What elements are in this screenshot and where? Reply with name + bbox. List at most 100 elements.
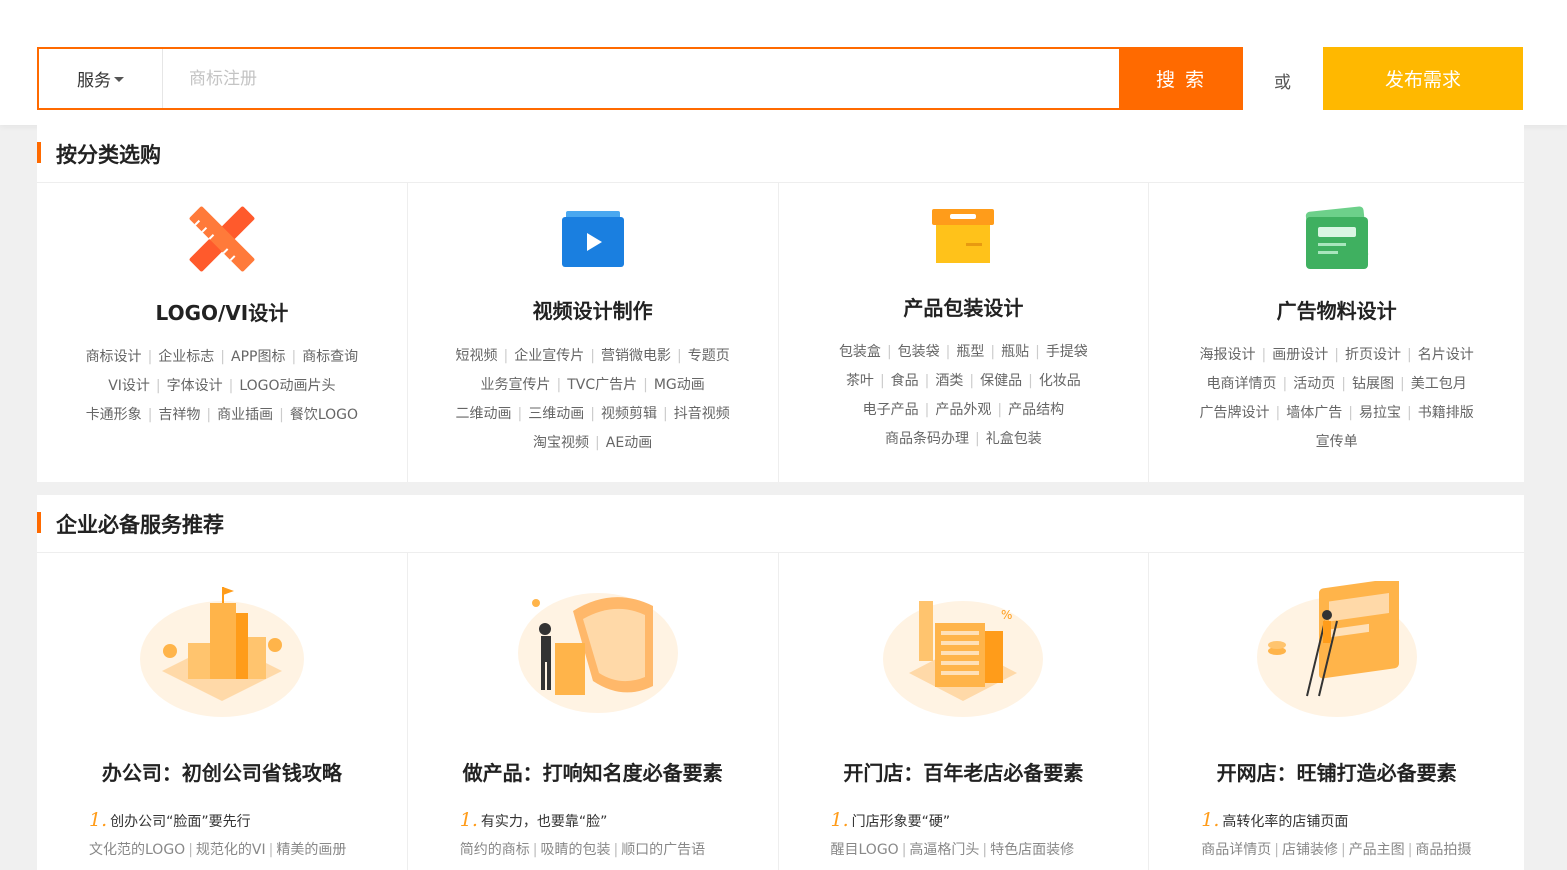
recommend-title: 办公司：初创公司省钱攻略 — [101, 761, 342, 785]
category-title: 广告物料设计 — [1276, 299, 1397, 323]
section-header: 按分类选购 — [37, 125, 1524, 183]
sub-link[interactable]: 产品主图 — [1349, 842, 1405, 858]
category-section: 按分类选购 LOGO/VI设计 商标设计 | 企业标志 | APP图标 | 商标查询 VI设… — [37, 125, 1524, 482]
sub-link[interactable]: 顺口的广告语 — [621, 842, 705, 858]
publish-request-button[interactable]: 发布需求 — [1323, 47, 1523, 110]
tag-link[interactable]: 吉祥物 — [158, 407, 200, 423]
tag-link[interactable]: LOGO动画片头 — [239, 378, 335, 394]
tag-link[interactable]: 三维动画 — [528, 406, 584, 422]
tag-link[interactable]: 书籍排版 — [1418, 405, 1474, 421]
tag-link[interactable]: 商品条码办理 — [885, 431, 969, 447]
tag-link[interactable]: 手提袋 — [1046, 344, 1088, 360]
sub-link[interactable]: 简约的商标 — [460, 842, 530, 858]
tag-link[interactable]: 企业宣传片 — [514, 348, 584, 364]
recommend-card-product[interactable]: 做产品：打响知名度必备要素 1. 有实力，也要靠“脸” 简约的商标 | 吸睛的包装 | 顺… — [408, 553, 779, 870]
tag-link[interactable]: 折页设计 — [1345, 347, 1401, 363]
sub-link[interactable]: 文化范的LOGO — [89, 842, 185, 858]
sub-link[interactable]: 高逼格门头 — [909, 842, 979, 858]
tag-link[interactable]: 餐饮LOGO — [290, 407, 358, 423]
section-title: 按分类选购 — [56, 142, 161, 167]
sub-link[interactable]: 醒目LOGO — [831, 842, 899, 858]
tag-link[interactable]: 保健品 — [980, 373, 1022, 389]
tag-link[interactable]: 包装袋 — [898, 344, 940, 360]
tag-link[interactable]: 商业插画 — [217, 407, 273, 423]
tag-link[interactable]: 短视频 — [456, 348, 498, 364]
tag-link[interactable]: 字体设计 — [167, 378, 223, 394]
recommend-point: 1. 创办公司“脸面”要先行 — [89, 809, 251, 831]
tag-link[interactable]: 卡通形象 — [86, 407, 142, 423]
category-card-advertising: 广告物料设计 海报设计 | 画册设计 | 折页设计 | 名片设计 电商详情页 | 活动页 | 钻展图… — [1149, 183, 1524, 482]
tag-link[interactable]: 产品外观 — [935, 402, 991, 418]
tag-link[interactable]: 活动页 — [1293, 376, 1335, 392]
recommend-card-store[interactable]: % 开门店：百年老店必备要素 1. 门店形象要“硬” 醒目LOGO | 高逼格门头 | 特… — [779, 553, 1150, 870]
product-showcase-illustration — [517, 593, 678, 713]
search-input[interactable] — [163, 49, 1119, 108]
recommend-sub-links: 简约的商标 | 吸睛的包装 | 顺口的广告语 — [459, 842, 706, 858]
sub-link[interactable]: 店铺装修 — [1282, 842, 1338, 858]
tag-link[interactable]: 礼盒包装 — [986, 431, 1042, 447]
tag-link[interactable]: 业务宣传片 — [480, 377, 550, 393]
recommend-card-office[interactable]: 办公司：初创公司省钱攻略 1. 创办公司“脸面”要先行 文化范的LOGO | 规范化的… — [37, 553, 408, 870]
category-card-logo: LOGO/VI设计 商标设计 | 企业标志 | APP图标 | 商标查询 VI设计 | 字体设计… — [37, 183, 408, 482]
tag-link[interactable]: 二维动画 — [456, 406, 512, 422]
tag-link[interactable]: 产品结构 — [1008, 402, 1064, 418]
tag-link[interactable]: 包装盒 — [839, 344, 881, 360]
tag-link[interactable]: TVC广告片 — [567, 377, 637, 393]
tag-link[interactable]: 海报设计 — [1200, 347, 1256, 363]
recommend-sub-links: 文化范的LOGO | 规范化的VI | 精美的画册 — [89, 842, 347, 858]
tag-link[interactable]: 电商详情页 — [1207, 376, 1277, 392]
tag-link[interactable]: 商标设计 — [86, 349, 142, 365]
tag-link[interactable]: APP图标 — [231, 349, 285, 365]
tag-link[interactable]: 视频剪辑 — [601, 406, 657, 422]
tag-link[interactable]: 广告牌设计 — [1200, 405, 1270, 421]
tag-link[interactable]: 名片设计 — [1418, 347, 1474, 363]
tag-link[interactable]: 酒类 — [935, 373, 963, 389]
recommend-card-online-shop[interactable]: 开网店：旺铺打造必备要素 1. 高转化率的店铺页面 商品详情页 | 店铺装修 | 产品主图… — [1149, 553, 1524, 870]
tag-link[interactable]: 茶叶 — [846, 373, 874, 389]
tag-link[interactable]: 钻展图 — [1352, 376, 1394, 392]
video-play-icon — [561, 211, 624, 267]
tag-link[interactable]: 抖音视频 — [674, 406, 730, 422]
office-building-illustration — [139, 587, 304, 717]
tag-link[interactable]: 营销微电影 — [601, 348, 671, 364]
category-card-packaging: 产品包装设计 包装盒 | 包装袋 | 瓶型 | 瓶贴 | 手提袋 茶叶 | 食品 | 酒类 | 保健品 | 化妆… — [779, 183, 1150, 482]
recommend-sub-links: 醒目LOGO | 高逼格门头 | 特色店面装修 — [830, 842, 1075, 858]
tag-link[interactable]: 企业标志 — [158, 349, 214, 365]
recommend-section: 企业必备服务推荐 办公司：初创公司省钱攻略 1. 创办公司“脸面”要先行 文化范的… — [37, 495, 1524, 870]
recommend-title: 开网店：旺铺打造必备要素 — [1216, 761, 1457, 785]
tag-link[interactable]: 美工包月 — [1411, 376, 1467, 392]
section-header: 企业必备服务推荐 — [37, 495, 1524, 553]
ad-card-icon — [1305, 206, 1368, 269]
sub-link[interactable]: 商品详情页 — [1201, 842, 1271, 858]
recommend-title: 做产品：打响知名度必备要素 — [462, 761, 723, 785]
tag-link[interactable]: 瓶型 — [956, 344, 984, 360]
sub-link[interactable]: 商品拍摄 — [1415, 842, 1471, 858]
tag-link[interactable]: 化妆品 — [1039, 373, 1081, 389]
sub-link[interactable]: 规范化的VI — [196, 842, 266, 858]
tag-list: 商标设计 | 企业标志 | APP图标 | 商标查询 VI设计 | 字体设计 | LOGO动画片头 … — [85, 349, 359, 423]
recommend-point: 1. 门店形象要“硬” — [830, 809, 951, 831]
tag-link[interactable]: 电子产品 — [863, 402, 919, 418]
tag-link[interactable]: VI设计 — [108, 378, 150, 394]
sub-link[interactable]: 特色店面装修 — [990, 842, 1074, 858]
tag-link[interactable]: 瓶贴 — [1001, 344, 1029, 360]
section-accent-bar — [37, 142, 41, 163]
or-label: 或 — [1274, 73, 1291, 93]
service-dropdown[interactable]: 服务 — [39, 49, 163, 108]
tag-link[interactable]: 食品 — [891, 373, 919, 389]
tag-link[interactable]: 墙体广告 — [1286, 405, 1342, 421]
tag-link[interactable]: AE动画 — [606, 435, 652, 451]
tag-link[interactable]: 宣传单 — [1316, 434, 1358, 450]
top-bar: 服务 搜 索 或 发布需求 — [0, 0, 1567, 125]
sub-link[interactable]: 精美的画册 — [276, 842, 346, 858]
online-shop-illustration — [1256, 581, 1417, 717]
search-button[interactable]: 搜 索 — [1119, 47, 1243, 110]
sub-link[interactable]: 吸睛的包装 — [540, 842, 610, 858]
tag-link[interactable]: MG动画 — [654, 377, 705, 393]
tag-link[interactable]: 专题页 — [688, 348, 730, 364]
tag-link[interactable]: 易拉宝 — [1359, 405, 1401, 421]
section-title: 企业必备服务推荐 — [56, 512, 224, 537]
tag-link[interactable]: 商标查询 — [302, 349, 358, 365]
tag-link[interactable]: 淘宝视频 — [533, 435, 589, 451]
tag-link[interactable]: 画册设计 — [1272, 347, 1328, 363]
